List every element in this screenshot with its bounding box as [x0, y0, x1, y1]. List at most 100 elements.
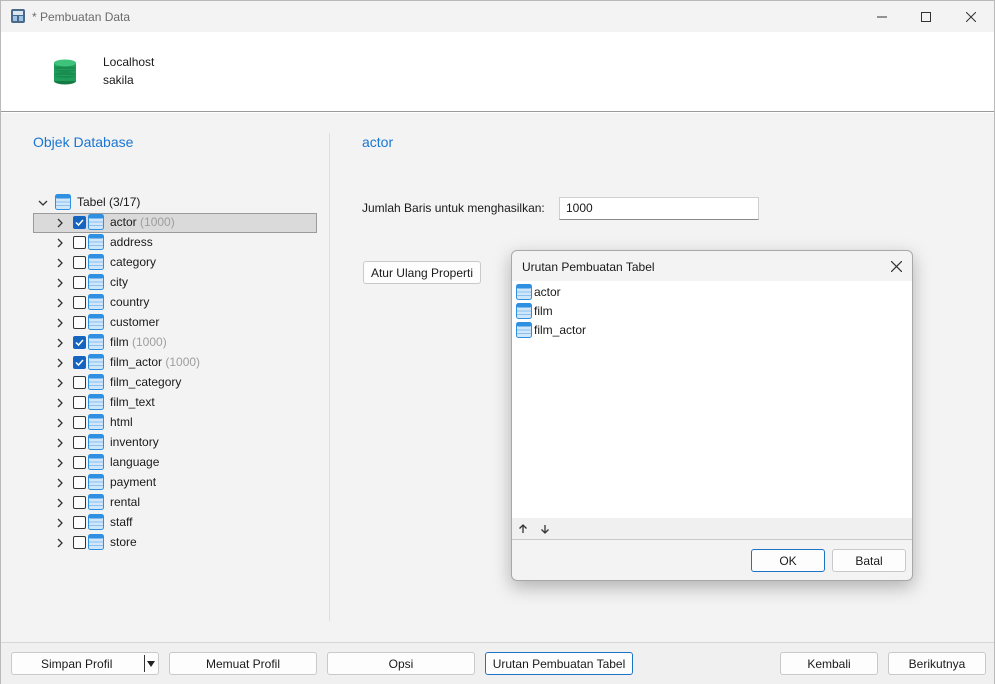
chevron-right-icon[interactable]	[55, 238, 65, 248]
move-down-button[interactable]	[538, 522, 552, 536]
table-name: film_category	[110, 375, 181, 389]
chevron-right-icon[interactable]	[55, 358, 65, 368]
table-checkbox[interactable]	[73, 336, 86, 349]
table-name-text: country	[110, 295, 150, 309]
table-checkbox[interactable]	[73, 236, 86, 249]
dialog-cancel-button[interactable]: Batal	[832, 549, 906, 572]
tree-item-country[interactable]: country	[33, 293, 317, 313]
options-button[interactable]: Opsi	[327, 652, 475, 675]
table-order-list[interactable]: actor film film_actor	[512, 281, 912, 518]
table-checkbox[interactable]	[73, 516, 86, 529]
chevron-right-icon[interactable]	[55, 438, 65, 448]
table-name-text: rental	[110, 495, 141, 509]
chevron-right-icon[interactable]	[55, 538, 65, 548]
chevron-right-icon[interactable]	[55, 338, 65, 348]
table-checkbox[interactable]	[73, 496, 86, 509]
move-up-button[interactable]	[516, 522, 530, 536]
chevron-right-icon[interactable]	[55, 258, 65, 268]
save-profile-button[interactable]: Simpan Profil	[11, 652, 159, 675]
chevron-right-icon[interactable]	[55, 498, 65, 508]
reset-properties-button[interactable]: Atur Ulang Properti	[363, 261, 481, 284]
table-name-text: customer	[110, 315, 160, 329]
tree-item-film[interactable]: film (1000)	[33, 333, 317, 353]
arrow-down-icon	[541, 525, 549, 534]
tree-item-film_actor[interactable]: film_actor (1000)	[33, 353, 317, 373]
table-order-button[interactable]: Urutan Pembuatan Tabel	[485, 652, 633, 675]
row-count: (1000)	[165, 355, 201, 369]
tree-item-actor[interactable]: actor (1000)	[33, 213, 317, 233]
close-button[interactable]	[948, 1, 994, 32]
row-count: (1000)	[132, 335, 167, 349]
table-checkbox[interactable]	[73, 536, 86, 549]
back-button[interactable]: Kembali	[780, 652, 878, 675]
table-checkbox[interactable]	[73, 456, 86, 469]
table-icon	[88, 474, 104, 490]
tree-item-film_category[interactable]: film_category	[33, 373, 317, 393]
order-item-film_actor[interactable]: film_actor	[516, 320, 586, 339]
minimize-icon	[877, 16, 887, 17]
table-name-text: language	[110, 455, 160, 469]
app-icon	[11, 9, 25, 23]
table-checkbox[interactable]	[73, 256, 86, 269]
tree-item-staff[interactable]: staff	[33, 513, 317, 533]
table-name-text: film_text	[110, 395, 155, 409]
table-icon	[88, 434, 104, 450]
table-name: rental	[110, 495, 140, 509]
table-name: city	[110, 275, 128, 289]
chevron-right-icon[interactable]	[55, 398, 65, 408]
tree-item-payment[interactable]: payment	[33, 473, 317, 493]
chevron-right-icon[interactable]	[55, 278, 65, 288]
order-item-actor[interactable]: actor	[516, 282, 561, 301]
chevron-down-icon[interactable]	[38, 198, 48, 208]
tree-item-customer[interactable]: customer	[33, 313, 317, 333]
table-checkbox[interactable]	[73, 296, 86, 309]
table-name-text: address	[110, 235, 153, 249]
chevron-right-icon[interactable]	[55, 418, 65, 428]
chevron-right-icon[interactable]	[55, 218, 65, 228]
selected-table-title: actor	[362, 134, 394, 150]
tree-item-store[interactable]: store	[33, 533, 317, 553]
minimize-button[interactable]	[859, 1, 905, 32]
chevron-right-icon[interactable]	[55, 298, 65, 308]
tree-item-category[interactable]: category	[33, 253, 317, 273]
dropdown-arrow-icon[interactable]	[147, 661, 155, 667]
tree-item-address[interactable]: address	[33, 233, 317, 253]
chevron-right-icon[interactable]	[55, 378, 65, 388]
maximize-button[interactable]	[903, 1, 949, 32]
tree-item-language[interactable]: language	[33, 453, 317, 473]
dialog-close-button[interactable]	[886, 256, 906, 276]
tree-root-row[interactable]: Tabel (3/17)	[33, 193, 317, 213]
table-checkbox[interactable]	[73, 276, 86, 289]
order-item-film[interactable]: film	[516, 301, 553, 320]
table-checkbox[interactable]	[73, 316, 86, 329]
table-checkbox[interactable]	[73, 476, 86, 489]
table-checkbox[interactable]	[73, 436, 86, 449]
table-checkbox[interactable]	[73, 216, 86, 229]
table-checkbox[interactable]	[73, 396, 86, 409]
rows-input[interactable]: 1000	[559, 197, 759, 220]
tree-item-rental[interactable]: rental	[33, 493, 317, 513]
table-name-text: html	[110, 415, 133, 429]
tree-item-inventory[interactable]: inventory	[33, 433, 317, 453]
table-icon	[88, 414, 104, 430]
chevron-right-icon[interactable]	[55, 318, 65, 328]
tree-item-html[interactable]: html	[33, 413, 317, 433]
row-count: (1000)	[140, 215, 175, 229]
tree-item-film_text[interactable]: film_text	[33, 393, 317, 413]
table-icon	[88, 394, 104, 410]
table-icon	[55, 194, 71, 210]
table-checkbox[interactable]	[73, 376, 86, 389]
chevron-right-icon[interactable]	[55, 458, 65, 468]
tree-item-city[interactable]: city	[33, 273, 317, 293]
table-name: film_text	[110, 395, 155, 409]
chevron-right-icon[interactable]	[55, 518, 65, 528]
table-icon	[88, 494, 104, 510]
next-button[interactable]: Berikutnya	[888, 652, 986, 675]
table-checkbox[interactable]	[73, 416, 86, 429]
connection-database: sakila	[103, 73, 134, 87]
load-profile-button[interactable]: Memuat Profil	[169, 652, 317, 675]
table-icon	[516, 321, 532, 338]
chevron-right-icon[interactable]	[55, 478, 65, 488]
table-checkbox[interactable]	[73, 356, 86, 369]
dialog-ok-button[interactable]: OK	[751, 549, 825, 572]
